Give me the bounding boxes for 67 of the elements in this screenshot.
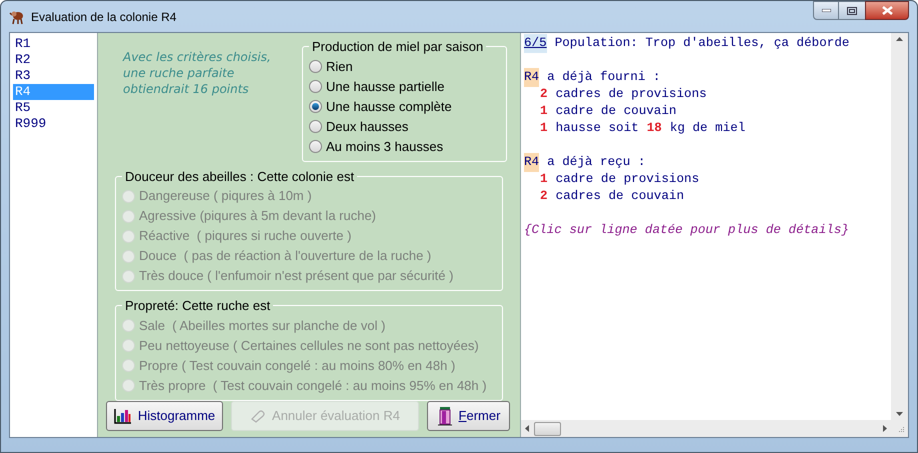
option-label: Propre ( Test couvain congelé : au moins 80% en 48h ) xyxy=(139,356,456,375)
log-text: hausse soit xyxy=(556,120,639,138)
minimize-icon xyxy=(822,9,830,12)
info-text: Avec les critères choisis, une ruche parfaite obtiendrait 16 points xyxy=(122,49,272,98)
count-number: 1 xyxy=(540,103,548,120)
count-number: 2 xyxy=(540,188,548,206)
log-text: a déjà reçu : xyxy=(547,154,646,172)
option-label: Rien xyxy=(326,58,353,76)
close-dialog-button[interactable]: Fermer xyxy=(427,400,510,430)
scroll-down-icon xyxy=(896,412,903,416)
scroll-up-icon xyxy=(896,37,903,41)
scroll-left-icon xyxy=(525,425,529,432)
count-number: 1 xyxy=(540,171,548,188)
option-label: Au moins 3 hausses xyxy=(326,138,444,156)
radio-button[interactable] xyxy=(309,140,322,153)
option-label: Deux hausses xyxy=(326,118,408,136)
maximize-button[interactable] xyxy=(839,1,865,20)
log-text: cadre de couvain xyxy=(556,103,676,120)
scroll-right-icon xyxy=(883,425,887,432)
minimize-button[interactable] xyxy=(813,1,839,20)
hive-list-item[interactable]: R1 xyxy=(13,36,94,52)
log-text: a déjà fourni : xyxy=(547,69,660,86)
radio-button[interactable] xyxy=(309,120,322,133)
count-number: 1 xyxy=(540,120,548,138)
count-number: 18 xyxy=(646,120,662,138)
log-text: Population: Trop d'abeilles, ça déborde xyxy=(554,35,850,52)
group-title: Production de miel par saison xyxy=(311,38,484,56)
histogram-button[interactable]: Histogramme xyxy=(106,400,223,430)
option-label: Douce ( pas de réaction à l'ouverture de la ruche ) xyxy=(139,247,432,266)
count-number: 2 xyxy=(540,86,548,104)
window-title: Evaluation de la colonie R4 xyxy=(31,8,178,26)
option-label: Une hausse partielle xyxy=(326,78,445,96)
log-text: cadres de provisions xyxy=(556,86,707,104)
radio-button[interactable] xyxy=(309,100,322,113)
close-button[interactable] xyxy=(865,1,909,20)
score-label: 6/5 xyxy=(524,34,547,53)
door-icon xyxy=(436,406,453,426)
group-title: Propreté: Cette ruche est xyxy=(124,297,272,315)
option-label: Une hausse complète xyxy=(326,98,452,116)
hive-list-item[interactable]: R2 xyxy=(13,52,94,68)
option-label: Agressive (piqures à 5m devant la ruche) xyxy=(139,207,376,226)
close-icon xyxy=(882,6,892,15)
log-text: cadres de couvain xyxy=(556,188,684,206)
hint-text: {Clic sur ligne datée pour plus de détails} xyxy=(524,222,849,240)
group-title: Douceur des abeilles : Cette colonie est xyxy=(124,168,356,186)
radio-button[interactable] xyxy=(309,60,322,73)
hive-list-item[interactable]: R5 xyxy=(13,100,94,116)
hive-tag: R4 xyxy=(524,153,540,172)
option-label: Très propre ( Test couvain congelé : au moins 95% en 48h ) xyxy=(139,376,487,395)
bar-chart-icon xyxy=(114,408,132,424)
horizontal-scrollbar[interactable] xyxy=(521,420,891,437)
scroll-thumb[interactable] xyxy=(534,422,561,436)
option-label: Dangereuse ( piqures à 10m ) xyxy=(139,187,312,206)
eraser-icon xyxy=(250,408,266,422)
maximize-icon xyxy=(847,6,857,14)
option-label: Réactive ( piqures si ruche ouverte ) xyxy=(139,227,352,246)
log-text: cadre de provisions xyxy=(556,171,700,188)
vertical-scrollbar[interactable] xyxy=(891,33,908,420)
option-label: Très douce ( l'enfumoir n'est présent que par sécurité ) xyxy=(139,267,454,286)
hive-list-item[interactable]: R999 xyxy=(13,116,94,132)
option-label: Sale ( Abeilles mortes sur planche de vol ) xyxy=(139,316,386,335)
log-text: kg de miel xyxy=(670,120,746,138)
option-label: Peu nettoyeuse ( Certaines cellules ne sont pas nettoyées) xyxy=(139,336,479,355)
hive-list-item[interactable]: R3 xyxy=(13,68,94,84)
hive-tag: R4 xyxy=(524,68,540,87)
radio-button[interactable] xyxy=(309,80,322,93)
grip-dots-icon xyxy=(897,426,905,434)
